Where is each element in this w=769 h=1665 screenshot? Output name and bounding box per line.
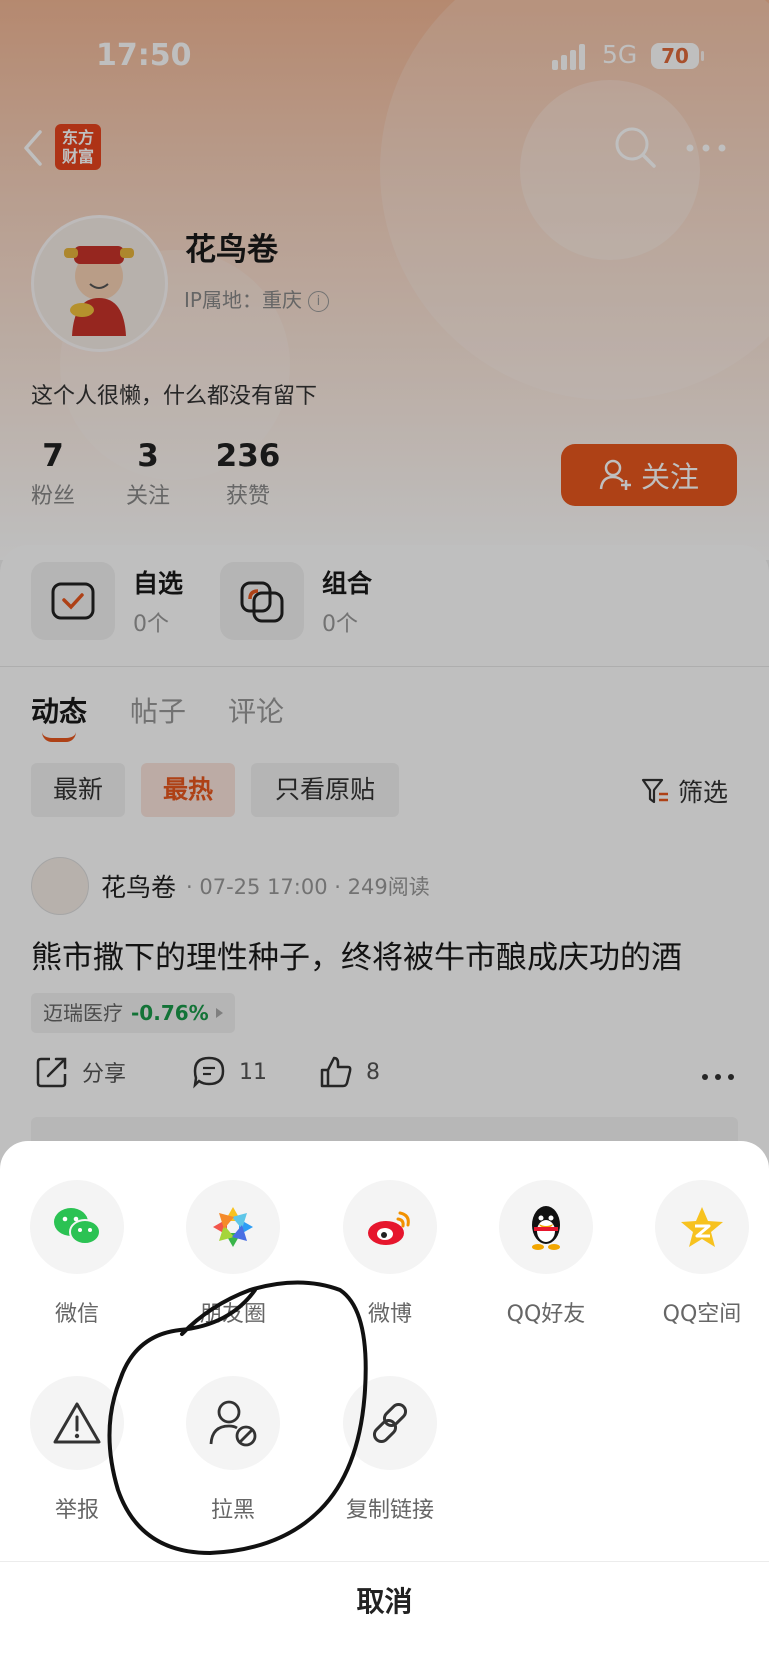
share-qzone[interactable]: QQ空间	[637, 1180, 767, 1328]
share-moments-label: 朋友圈	[199, 1302, 266, 1327]
cancel-button[interactable]: 取消	[0, 1580, 769, 1620]
wechat-icon	[30, 1180, 124, 1274]
weibo-icon	[343, 1180, 437, 1274]
block-user-label: 拉黑	[210, 1498, 255, 1523]
warning-icon	[30, 1376, 124, 1470]
share-weibo-label: 微博	[367, 1302, 412, 1327]
sheet-divider	[0, 1561, 769, 1562]
share-moments[interactable]: 朋友圈	[168, 1180, 298, 1328]
share-wechat[interactable]: 微信	[12, 1180, 142, 1328]
block-user-option[interactable]: 拉黑	[168, 1376, 298, 1524]
share-qq[interactable]: QQ好友	[481, 1180, 611, 1328]
block-user-icon	[186, 1376, 280, 1470]
copy-link-label: 复制链接	[345, 1498, 434, 1523]
report-label: 举报	[54, 1498, 99, 1523]
share-qq-label: QQ好友	[506, 1302, 586, 1327]
copy-link-option[interactable]: 复制链接	[325, 1376, 455, 1524]
share-weibo[interactable]: 微博	[325, 1180, 455, 1328]
share-qzone-label: QQ空间	[662, 1302, 742, 1327]
share-wechat-label: 微信	[54, 1302, 99, 1327]
moments-icon	[186, 1180, 280, 1274]
qzone-icon	[655, 1180, 749, 1274]
qq-icon	[499, 1180, 593, 1274]
report-option[interactable]: 举报	[12, 1376, 142, 1524]
link-icon	[343, 1376, 437, 1470]
profile-page: 17:50 5G 70 东方 财富 花鸟卷 IP属地：重庆 i 这个人很懒，什么…	[0, 0, 769, 1665]
